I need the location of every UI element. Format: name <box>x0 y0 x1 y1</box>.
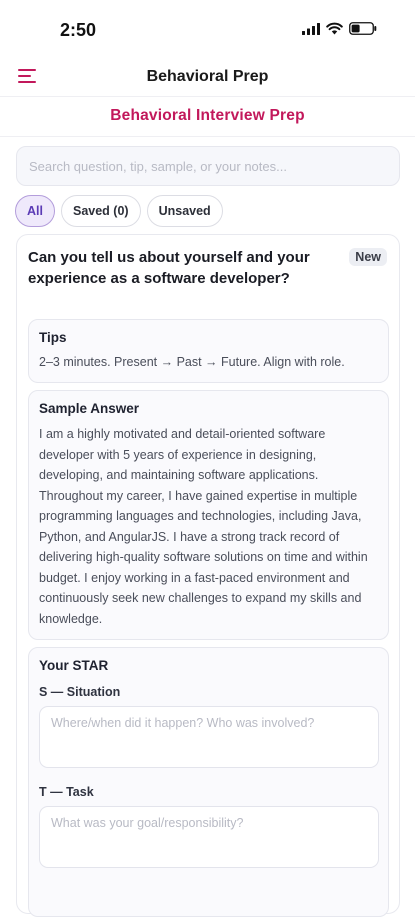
situation-field[interactable] <box>39 706 379 768</box>
status-time: 2:50 <box>60 20 97 40</box>
wifi-icon <box>326 22 343 35</box>
status-icons <box>302 22 377 35</box>
cellular-signal-icon <box>302 22 320 35</box>
tips-title: Tips <box>39 330 67 345</box>
app-bar: Behavioral Prep <box>0 60 415 97</box>
filter-chip-saved[interactable]: Saved (0) <box>60 195 141 227</box>
tips-text: 2–3 minutes. Present → Past → Future. Al… <box>39 355 345 369</box>
battery-icon <box>349 22 377 35</box>
app-title: Behavioral Prep <box>146 68 269 85</box>
tips-box: Tips 2–3 minutes. Present → Past → Futur… <box>28 319 389 383</box>
sample-answer-title: Sample Answer <box>39 401 140 416</box>
question-text: Can you tell us about yourself and your … <box>28 249 310 287</box>
question-card: Can you tell us about yourself and your … <box>16 234 400 917</box>
star-box: Your STAR S — Situation T — Task <box>28 647 389 917</box>
search-input[interactable] <box>16 146 400 186</box>
status-bar: 2:50 <box>0 0 415 60</box>
new-badge: New <box>349 248 387 266</box>
sample-answer-box: Sample Answer I am a highly motivated an… <box>28 390 389 640</box>
filter-chips: All Saved (0) Unsaved <box>15 195 223 227</box>
task-field[interactable] <box>39 806 379 868</box>
page-title: Behavioral Interview Prep <box>110 107 305 124</box>
situation-label: S — Situation <box>39 685 121 699</box>
filter-chip-unsaved[interactable]: Unsaved <box>146 195 223 227</box>
star-title: Your STAR <box>39 658 109 673</box>
sub-header: Behavioral Interview Prep <box>0 96 415 137</box>
task-label: T — Task <box>39 785 94 799</box>
filter-chip-all[interactable]: All <box>15 195 55 227</box>
sample-answer-text: I am a highly motivated and detail-orien… <box>39 427 368 626</box>
